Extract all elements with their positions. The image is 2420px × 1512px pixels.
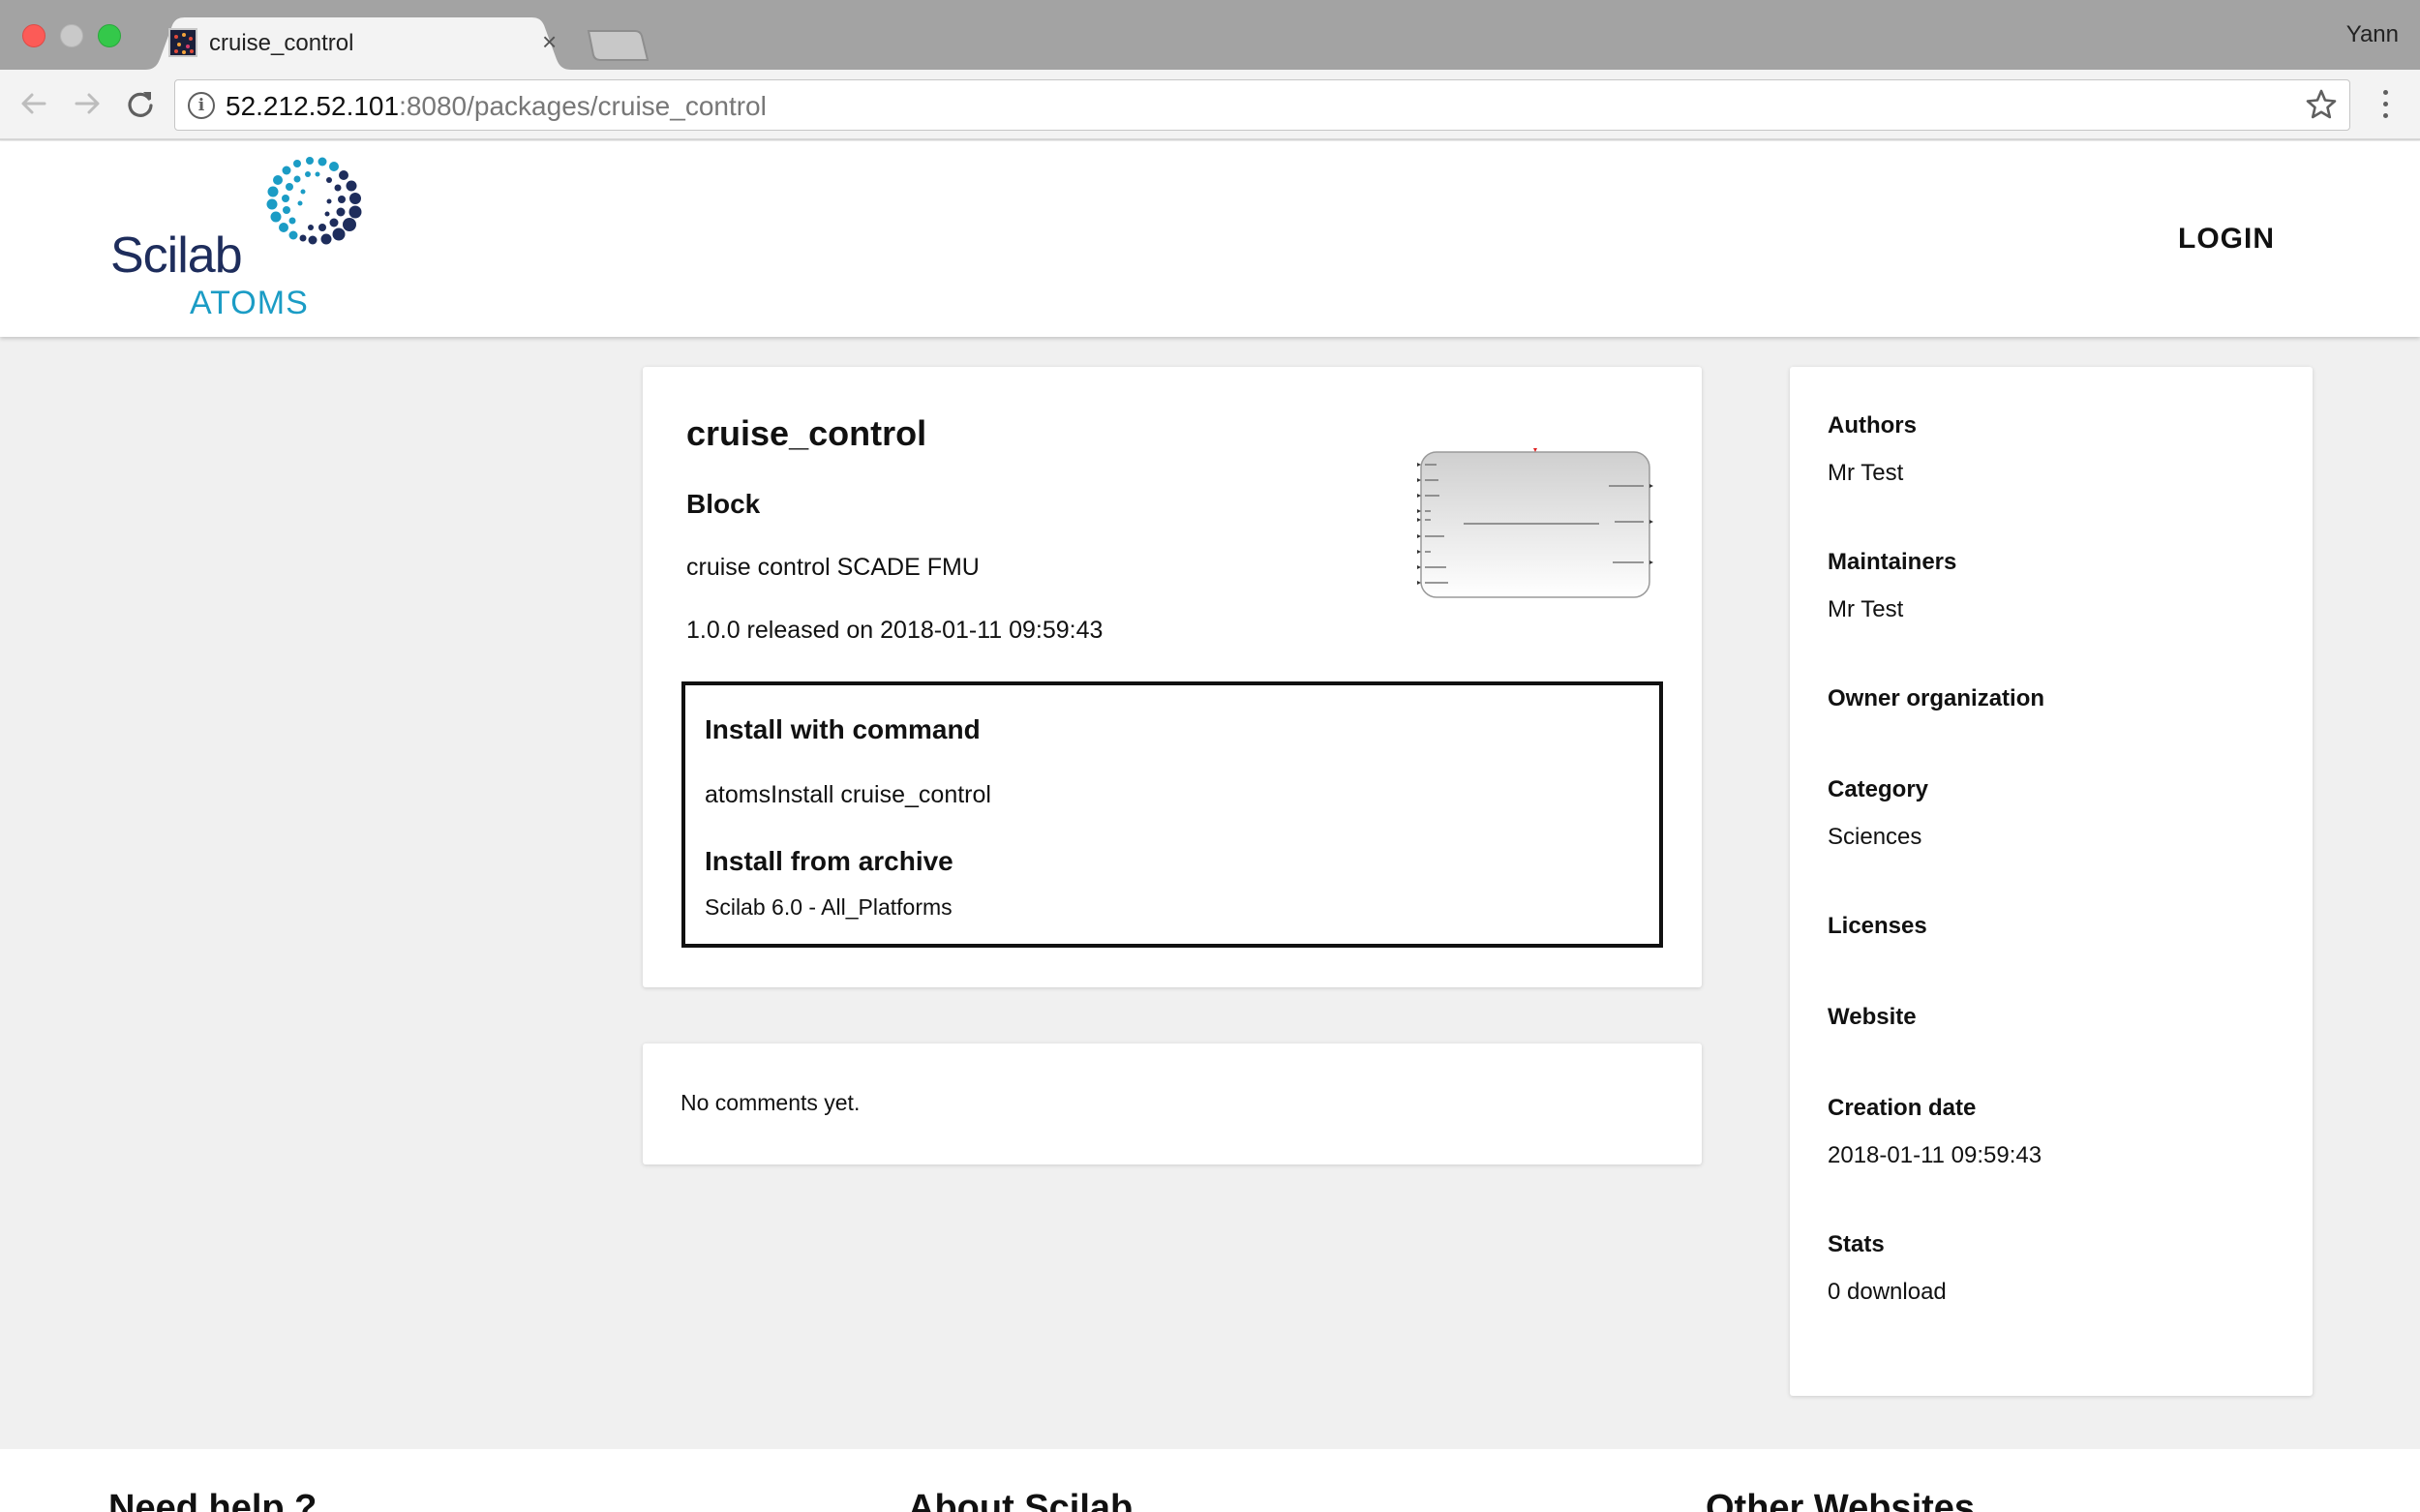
footer-about-heading: About Scilab: [908, 1488, 1134, 1512]
address-bar[interactable]: i 52.212.52.101:8080/packages/cruise_con…: [174, 79, 2350, 131]
website-label: Website: [1828, 1004, 1917, 1030]
logo-atoms-text: ATOMS: [190, 285, 309, 321]
logo-dots-icon: [266, 157, 362, 245]
maintainers-value: Mr Test: [1828, 596, 1904, 622]
browser-menu-icon[interactable]: [2374, 85, 2397, 124]
package-card: cruise_control Block cruise control SCAD…: [643, 367, 1702, 987]
window-close-button[interactable]: [22, 24, 45, 47]
browser-toolbar: i 52.212.52.101:8080/packages/cruise_con…: [0, 70, 2420, 140]
licenses-label: Licenses: [1828, 913, 1927, 939]
site-info-icon[interactable]: i: [188, 92, 215, 119]
tab-title: cruise_control: [209, 30, 354, 56]
bookmark-star-icon[interactable]: [2305, 88, 2338, 126]
stats-value: 0 download: [1828, 1279, 1947, 1305]
browser-tab-active[interactable]: cruise_control ×: [145, 17, 571, 70]
window-minimize-button[interactable]: [60, 24, 83, 47]
stats-label: Stats: [1828, 1231, 1885, 1257]
url-path: :8080/packages/cruise_control: [399, 91, 767, 121]
back-arrow-icon[interactable]: [15, 84, 53, 123]
category-value: Sciences: [1828, 824, 1922, 850]
reload-icon[interactable]: [121, 84, 160, 123]
authors-label: Authors: [1828, 412, 1917, 438]
logo-scilab-text: Scilab: [110, 227, 243, 284]
footer-websites-heading: Other Websites: [1706, 1488, 1976, 1512]
url-host: 52.212.52.101: [226, 91, 400, 121]
category-label: Category: [1828, 776, 1929, 802]
scilab-atoms-logo[interactable]: Scilab ATOMS: [106, 153, 378, 321]
package-type: Block: [686, 489, 761, 519]
comments-card: No comments yet.: [643, 1043, 1702, 1164]
browser-tab-strip: cruise_control × Yann: [0, 0, 2420, 70]
package-release: 1.0.0 released on 2018-01-11 09:59:43: [686, 617, 1104, 644]
archive-download-link[interactable]: Scilab 6.0 - All_Platforms: [705, 894, 953, 921]
site-footer: Need help ? About Scilab Other Websites: [0, 1449, 2420, 1512]
login-link[interactable]: LOGIN: [2178, 223, 2275, 256]
new-tab-button[interactable]: [587, 29, 649, 62]
block-thumbnail-image: [1417, 448, 1653, 598]
profile-name[interactable]: Yann: [2346, 21, 2399, 48]
site-header: Scilab ATOMS LOGIN: [0, 141, 2420, 337]
install-box: Install with command atomsInstall cruise…: [681, 681, 1663, 948]
url-text: 52.212.52.101:8080/packages/cruise_contr…: [226, 91, 767, 122]
tab-close-icon[interactable]: ×: [542, 27, 557, 57]
footer-help-heading: Need help ?: [108, 1488, 318, 1512]
forward-arrow-icon[interactable]: [68, 84, 106, 123]
window-maximize-button[interactable]: [98, 24, 121, 47]
creation-date-label: Creation date: [1828, 1095, 1977, 1121]
scilab-favicon-icon: [168, 28, 197, 57]
creation-date-value: 2018-01-11 09:59:43: [1828, 1142, 2042, 1168]
package-title: cruise_control: [686, 413, 927, 453]
package-description: cruise control SCADE FMU: [686, 554, 980, 581]
install-command[interactable]: atomsInstall cruise_control: [705, 781, 991, 809]
comments-empty-text: No comments yet.: [681, 1090, 861, 1115]
owner-organization-label: Owner organization: [1828, 685, 2045, 711]
install-archive-heading: Install from archive: [705, 846, 953, 876]
package-info-sidebar: Authors Mr Test Maintainers Mr Test Owne…: [1790, 367, 2313, 1396]
maintainers-label: Maintainers: [1828, 549, 1957, 575]
authors-value: Mr Test: [1828, 460, 1904, 486]
install-command-heading: Install with command: [705, 714, 981, 744]
